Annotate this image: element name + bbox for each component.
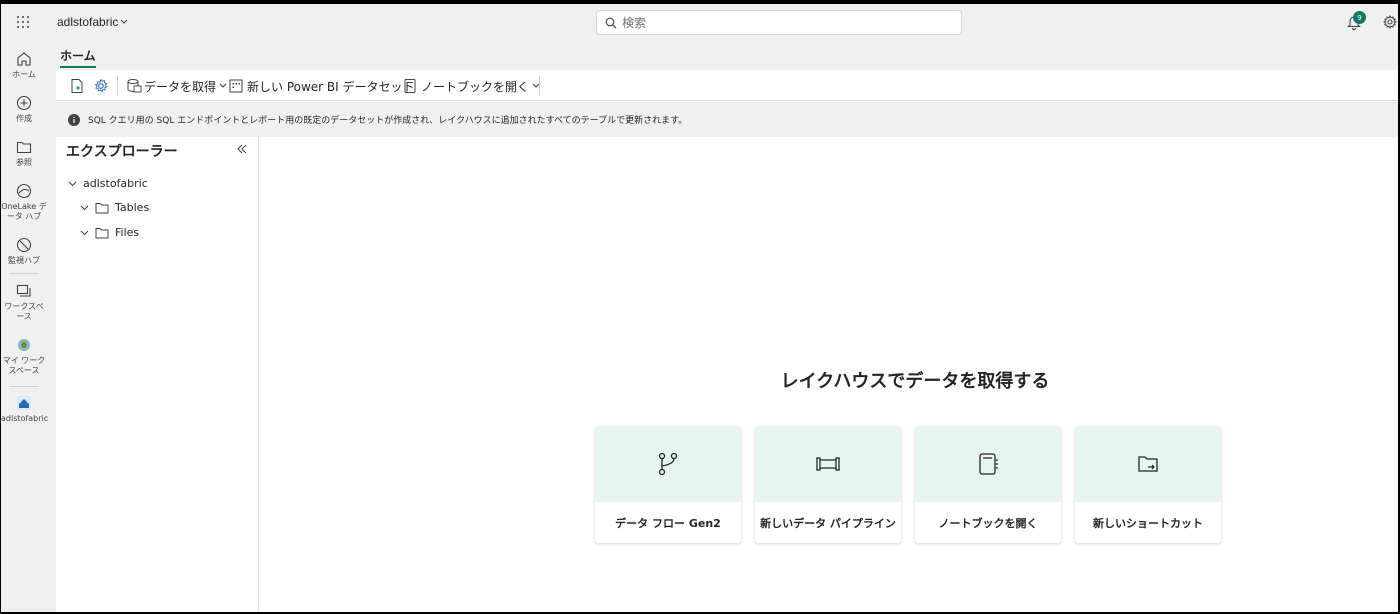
card-icon-area xyxy=(595,426,741,502)
rail-item-monitor[interactable]: 監視ハブ xyxy=(1,237,47,266)
top-bar: adlstofabric 検索 9 xyxy=(1,4,1398,41)
rail-divider xyxy=(9,386,39,387)
notification-badge: 9 xyxy=(1353,11,1366,24)
notebook-icon xyxy=(404,79,416,93)
rail-item-lakehouse[interactable]: adlstofabric xyxy=(1,395,49,424)
pipeline-card[interactable]: 新しいデータ パイプライン xyxy=(755,426,901,543)
rail-item-browse[interactable]: 参照 xyxy=(1,139,47,168)
get-data-title: レイクハウスでデータを取得する xyxy=(780,371,1050,392)
info-banner: SQL クエリ用の SQL エンドポイントとレポート用の既定のデータセットが作成… xyxy=(56,102,1398,137)
rail-item-label: 作成 xyxy=(16,114,32,123)
database-icon xyxy=(127,79,142,93)
rail-item-workspaces[interactable]: ワークスペース xyxy=(1,283,47,322)
app-frame: adlstofabric 検索 9 ホーム 作成 参照 OneLake データ … xyxy=(1,4,1398,612)
tree-item-files[interactable]: Files xyxy=(80,226,139,239)
get-data-canvas: レイクハウスでデータを取得する データ フロー Gen2 新しいデータ パイプラ… xyxy=(260,137,1398,612)
chevron-down-icon xyxy=(68,181,77,186)
new-dataset-button[interactable]: 新しい Power BI データセット xyxy=(229,76,415,96)
app-launcher-icon[interactable] xyxy=(16,15,30,29)
notebook-icon xyxy=(979,453,998,475)
search-box[interactable]: 検索 xyxy=(596,10,962,35)
onelake-icon xyxy=(16,183,32,199)
pipeline-icon xyxy=(816,457,840,471)
collapse-pane-icon[interactable] xyxy=(237,144,247,154)
chevron-down-icon xyxy=(80,205,89,210)
rail-item-label: 参照 xyxy=(16,158,32,167)
main-panel: ホーム データを取得 新しい Power BI データセット ノートブックを開く… xyxy=(56,41,1398,612)
tree-item-lakehouse[interactable]: adlstofabric xyxy=(68,177,148,190)
rail-item-my-workspace[interactable]: マイ ワークスペース xyxy=(1,337,47,376)
rail-divider xyxy=(9,273,39,274)
info-icon xyxy=(68,113,80,126)
explorer-pane: エクスプローラー adlstofabric Tables Files xyxy=(56,137,259,612)
notebook-card[interactable]: ノートブックを開く xyxy=(915,426,1061,543)
rail-item-label: 監視ハブ xyxy=(8,256,40,265)
card-icon-area xyxy=(915,426,1061,502)
get-data-label: データを取得 xyxy=(144,79,217,94)
open-notebook-label: ノートブックを開く xyxy=(421,79,530,94)
card-icon-area xyxy=(755,426,901,502)
toolbar-divider xyxy=(539,76,540,96)
folder-icon xyxy=(95,227,109,238)
toolbar-divider xyxy=(117,76,118,96)
folder-icon xyxy=(95,202,109,213)
info-message: SQL クエリ用の SQL エンドポイントとレポート用の既定のデータセットが作成… xyxy=(88,116,688,126)
dataflow-card[interactable]: データ フロー Gen2 xyxy=(595,426,741,543)
rail-item-label: adlstofabric xyxy=(1,414,49,423)
search-icon xyxy=(605,17,617,28)
dataset-icon xyxy=(229,79,243,93)
card-label: ノートブックを開く xyxy=(938,516,1038,530)
card-label: 新しいデータ パイプライン xyxy=(760,516,896,530)
ribbon-toolbar: データを取得 新しい Power BI データセット ノートブックを開く xyxy=(56,70,1398,101)
workspaces-icon xyxy=(16,284,31,297)
rail-item-label: OneLake データ ハブ xyxy=(1,202,47,221)
my-workspace-icon xyxy=(18,339,30,351)
chevron-down-icon[interactable] xyxy=(120,19,128,25)
search-input[interactable]: 検索 xyxy=(622,14,646,31)
tree-item-tables[interactable]: Tables xyxy=(80,201,149,214)
plus-circle-icon xyxy=(16,95,32,111)
chevron-down-icon xyxy=(219,83,227,88)
new-dataset-label: 新しい Power BI データセット xyxy=(247,79,415,94)
dataflow-icon xyxy=(658,452,678,476)
folder-icon xyxy=(16,141,32,154)
tree-item-label: Files xyxy=(115,226,140,239)
rail-item-label: ワークスペース xyxy=(4,302,44,321)
chevron-down-icon xyxy=(80,230,89,235)
card-label: 新しいショートカット xyxy=(1093,516,1203,530)
card-label: データ フロー Gen2 xyxy=(615,516,721,530)
ribbon-tab-bar: ホーム xyxy=(56,41,1398,70)
shortcut-card[interactable]: 新しいショートカット xyxy=(1075,426,1221,543)
left-nav-rail: ホーム 作成 参照 OneLake データ ハブ 監視ハブ ワークスペース マイ… xyxy=(1,41,49,612)
new-item-icon[interactable] xyxy=(69,76,85,96)
home-icon xyxy=(17,52,31,66)
open-notebook-button[interactable]: ノートブックを開く xyxy=(403,76,540,96)
tab-home[interactable]: ホーム xyxy=(60,47,96,68)
rail-item-label: ホーム xyxy=(12,70,36,79)
rail-item-create[interactable]: 作成 xyxy=(1,95,47,124)
rail-item-home[interactable]: ホーム xyxy=(1,51,47,80)
get-data-cards: データ フロー Gen2 新しいデータ パイプライン ノートブックを開く 新しい… xyxy=(595,426,1221,543)
rail-item-onelake[interactable]: OneLake データ ハブ xyxy=(1,183,47,222)
lakehouse-icon xyxy=(17,396,31,410)
gear-icon[interactable] xyxy=(1383,15,1397,29)
settings-icon[interactable] xyxy=(93,76,109,96)
shortcut-icon xyxy=(1138,456,1158,472)
monitor-icon xyxy=(16,237,32,253)
rail-item-label: マイ ワークスペース xyxy=(2,356,46,375)
tree-item-label: adlstofabric xyxy=(83,177,148,190)
workspace-switcher[interactable]: adlstofabric xyxy=(57,15,118,29)
card-icon-area xyxy=(1075,426,1221,502)
explorer-title: エクスプローラー xyxy=(66,144,178,160)
tree-item-label: Tables xyxy=(115,201,150,214)
get-data-button[interactable]: データを取得 xyxy=(126,76,227,96)
